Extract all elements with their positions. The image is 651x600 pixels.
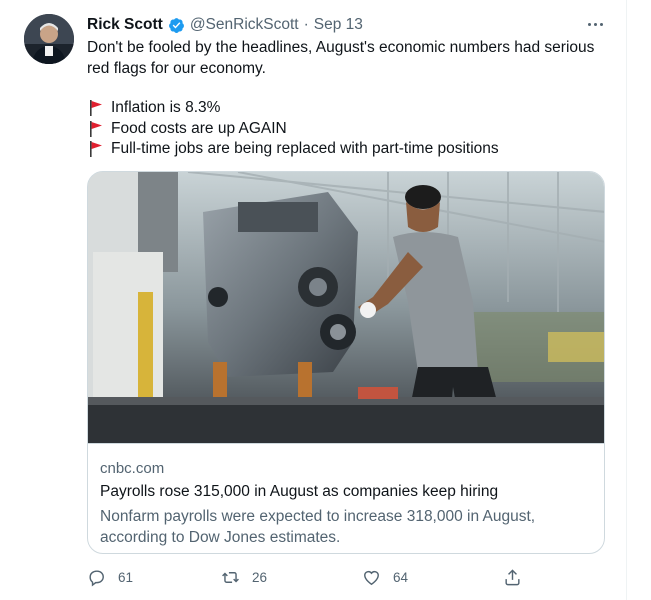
tweet-container: Rick Scott @SenRickScott · Sep 13 Don't …	[0, 0, 651, 600]
reply-count: 61	[118, 569, 134, 585]
flag-list: Inflation is 8.3% Food costs are up AGAI…	[87, 98, 607, 160]
tweet-text-line: Don't be fooled by the headlines, August…	[87, 39, 595, 56]
separator-dot: ·	[303, 16, 309, 33]
retweet-button[interactable]: 26	[221, 566, 267, 588]
verified-badge-icon	[168, 17, 184, 33]
card-title: Payrolls rose 315,000 in August as compa…	[100, 483, 499, 500]
avatar[interactable]	[24, 14, 74, 64]
card-domain: cnbc.com	[100, 460, 165, 477]
more-icon[interactable]	[584, 16, 606, 32]
tweet-text-line: red flags for our economy.	[87, 60, 266, 77]
reply-button[interactable]: 61	[87, 566, 133, 588]
like-icon	[364, 570, 379, 585]
card-description: Nonfarm payrolls were expected to increa…	[100, 508, 536, 546]
flag-item-text: Food costs are up AGAIN	[111, 119, 287, 137]
red-flag-icon	[90, 120, 102, 137]
reply-icon	[89, 569, 104, 586]
card-image[interactable]	[88, 172, 604, 443]
flag-item: Inflation is 8.3%	[87, 98, 607, 119]
tweet-header: Rick Scott @SenRickScott · Sep 13	[87, 14, 612, 36]
display-name[interactable]: Rick Scott	[87, 16, 163, 34]
like-count: 64	[393, 569, 409, 585]
tweet-actions: 61 26 64	[87, 566, 527, 588]
user-handle[interactable]: @SenRickScott	[190, 16, 299, 34]
tweet-text: Don't be fooled by the headlines, August…	[87, 37, 607, 79]
share-button[interactable]	[503, 566, 534, 588]
tweet-date[interactable]: Sep 13	[314, 16, 363, 34]
retweet-count: 26	[252, 569, 268, 585]
like-button[interactable]: 64	[362, 566, 408, 588]
link-card[interactable]: cnbc.com Payrolls rose 315,000 in August…	[87, 171, 605, 554]
card-body[interactable]: cnbc.com Payrolls rose 315,000 in August…	[88, 443, 604, 546]
column-divider	[626, 0, 627, 600]
flag-item: Full-time jobs are being replaced with p…	[87, 139, 607, 160]
retweet-icon	[222, 571, 239, 583]
flag-item-text: Full-time jobs are being replaced with p…	[111, 140, 499, 157]
flag-item: Food costs are up AGAIN	[87, 119, 607, 140]
flag-item-text: Inflation is 8.3%	[111, 99, 221, 116]
red-flag-icon	[90, 141, 102, 158]
share-icon	[505, 568, 520, 585]
red-flag-icon	[90, 100, 102, 117]
